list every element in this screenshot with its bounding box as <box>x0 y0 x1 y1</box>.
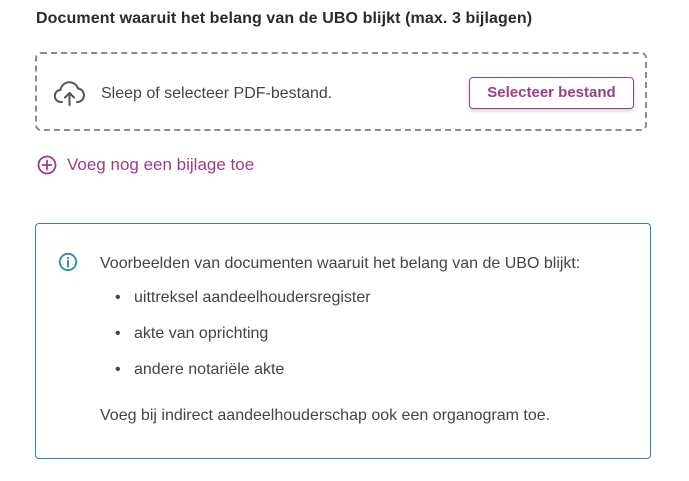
info-icon <box>58 252 78 272</box>
info-intro-text: Voorbeelden van documenten waaruit het b… <box>100 255 581 272</box>
list-item: • andere notariële akte <box>100 361 371 397</box>
dropzone-instruction: Sleep of selecteer PDF-bestand. <box>101 85 333 102</box>
list-item: • akte van oprichting <box>100 325 371 361</box>
examples-list: • uittreksel aandeelhoudersregister • ak… <box>100 289 371 397</box>
list-item-label: akte van oprichting <box>134 325 269 342</box>
bullet: • <box>115 361 121 378</box>
bullet: • <box>115 325 121 342</box>
upload-section: Document waaruit het belang van de UBO b… <box>0 0 689 481</box>
select-file-button[interactable]: Selecteer bestand <box>469 77 634 109</box>
list-item: • uittreksel aandeelhoudersregister <box>100 289 371 325</box>
plus-circle-icon <box>37 155 57 175</box>
info-footer-text: Voeg bij indirect aandeelhouderschap ook… <box>100 407 551 424</box>
upload-field-label: Document waaruit het belang van de UBO b… <box>36 10 533 27</box>
cloud-upload-icon <box>54 81 85 106</box>
info-box: Voorbeelden van documenten waaruit het b… <box>35 223 651 459</box>
list-item-label: andere notariële akte <box>134 361 285 378</box>
file-dropzone[interactable]: Sleep of selecteer PDF-bestand. Selectee… <box>35 52 647 131</box>
add-attachment-link[interactable]: Voeg nog een bijlage toe <box>37 155 254 175</box>
bullet: • <box>115 289 121 306</box>
add-attachment-label: Voeg nog een bijlage toe <box>67 155 255 174</box>
list-item-label: uittreksel aandeelhoudersregister <box>134 289 371 306</box>
